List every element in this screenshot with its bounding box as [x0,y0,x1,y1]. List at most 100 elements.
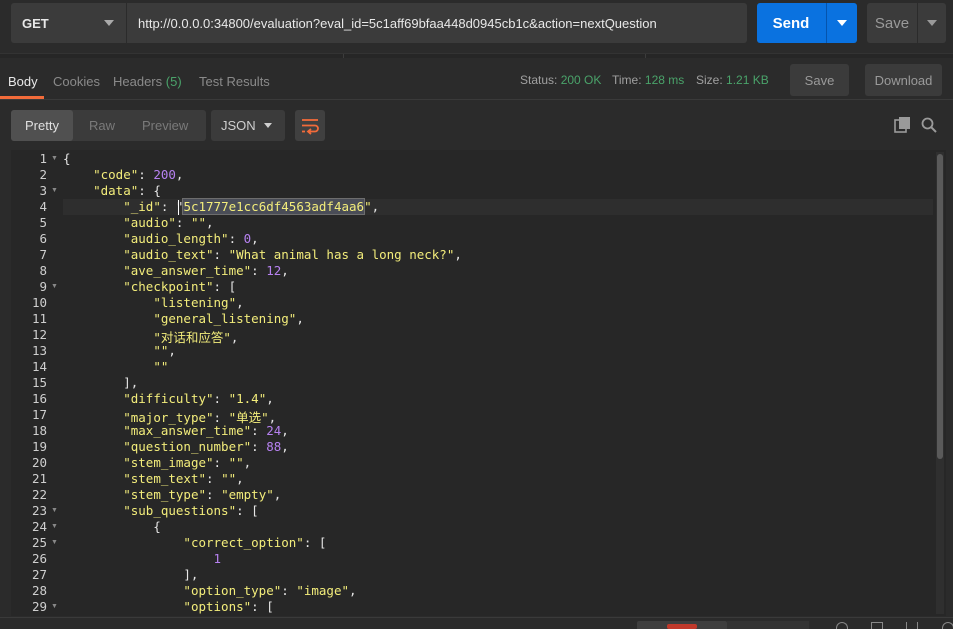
code-token: "" [190,215,207,230]
line-number: 29 [31,599,47,614]
line-number: 26 [31,551,47,566]
code-token: , [206,215,214,230]
help-icon[interactable] [942,622,953,629]
mode-pretty[interactable]: Pretty [11,110,73,141]
code-token: , [236,471,244,486]
code-token: "image" [296,583,350,598]
search-icon[interactable] [920,116,938,134]
request-bar: GET http://0.0.0.0:34800/evaluation?eval… [0,0,953,48]
code-token: { [63,519,161,534]
url-input[interactable]: http://0.0.0.0:34800/evaluation?eval_id=… [127,3,747,43]
code-line: "listening", [63,295,244,310]
status-readout: Status: 200 OK [520,73,601,87]
pane-resize-handle[interactable] [0,53,953,58]
copy-icon[interactable] [894,116,912,134]
active-tab-indicator [0,96,44,99]
line-number: 19 [31,439,47,454]
language-select[interactable]: JSON [211,110,285,141]
code-token: "data" [93,183,139,198]
keyboard-shortcuts-icon[interactable] [906,622,918,629]
line-number: 2 [39,167,47,182]
code-token: : [213,455,229,470]
download-button[interactable]: Download [865,64,942,96]
line-number: 16 [31,391,47,406]
text-cursor [178,200,179,215]
tab-headers[interactable]: Headers (5) [113,74,182,89]
selected-text: 5c1777e1cc6df4563adf4aa6 [182,198,366,215]
code-line: "audio": "", [63,215,214,230]
line-number: 3 [39,183,47,198]
line-number: 23 [31,503,47,518]
tab-cookies[interactable]: Cookies [53,74,100,89]
tab-test-results[interactable]: Test Results [199,74,270,89]
fold-toggle-icon[interactable]: ▼ [51,603,58,610]
time-readout: Time: 128 ms [612,73,684,87]
response-tabs: Body Cookies Headers (5) Test Results St… [0,62,953,100]
send-options-chevron-icon[interactable] [827,3,857,43]
code-token: : [138,167,154,182]
mode-raw[interactable]: Raw [89,110,115,141]
method-select[interactable]: GET [11,3,126,43]
fold-toggle-icon[interactable]: ▼ [51,283,58,290]
code-token: 1 [213,551,222,566]
code-token: : [213,247,229,262]
code-line: "option_type": "image", [63,583,356,598]
code-token: "checkpoint" [123,279,214,294]
code-token: "_id" [123,199,161,214]
status-value: 200 OK [560,73,602,87]
code-line: 1 [63,551,222,566]
fold-toggle-icon[interactable]: ▼ [51,523,58,530]
line-number: 9 [39,279,47,294]
code-token: , [236,295,244,310]
fold-toggle-icon[interactable]: ▼ [51,187,58,194]
send-button[interactable]: Send [757,3,857,43]
fold-toggle-icon[interactable]: ▼ [51,507,58,514]
build-toggle[interactable] [637,621,727,629]
code-token: { [63,151,71,166]
code-token: : [251,423,267,438]
code-line: "data": { [63,183,161,198]
code-token: : [251,263,267,278]
code-token: : [ [213,279,237,294]
save-response-button[interactable]: Save [790,64,849,96]
code-token: "general_listening" [153,311,297,326]
line-number: 20 [31,455,47,470]
line-number: 13 [31,343,47,358]
time-value: 128 ms [644,73,685,87]
two-pane-icon[interactable] [871,622,883,629]
line-number: 22 [31,487,47,502]
browse-toggle[interactable] [727,621,809,629]
code-token: "correct_option" [183,535,304,550]
code-token: , [371,199,380,214]
save-request-button[interactable]: Save [867,3,946,43]
tab-body[interactable]: Body [8,74,38,89]
bootcamp-icon[interactable] [836,622,848,629]
code-token: , [251,231,259,246]
wrap-lines-icon [302,119,319,135]
code-token: : [175,215,191,230]
format-toolbar: Pretty Raw Preview JSON [0,100,953,150]
code-token: 24 [266,423,282,438]
fold-toggle-icon[interactable]: ▼ [51,539,58,546]
line-number: 15 [31,375,47,390]
code-line: "max_answer_time": 24, [63,423,289,438]
fold-toggle-icon[interactable]: ▼ [51,155,58,162]
code-token: , [175,167,184,182]
response-body-viewer[interactable]: 1 ▼{2 "code": 200, 3 ▼ "data": {4 "_id": "5… [11,150,946,616]
scrollbar-thumb[interactable] [937,154,943,459]
code-line: { [63,519,161,534]
wrap-lines-button[interactable] [295,110,325,141]
code-token: "ave_answer_time" [123,263,252,278]
mode-preview[interactable]: Preview [142,110,188,141]
save-options-chevron-icon[interactable] [918,3,946,43]
method-label: GET [22,15,49,31]
